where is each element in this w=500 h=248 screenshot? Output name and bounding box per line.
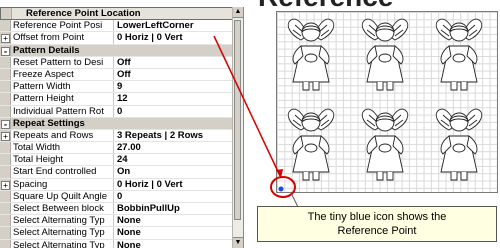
grid-row[interactable]: Reset Pattern to Desi Off bbox=[0, 56, 243, 69]
row-gutter bbox=[0, 227, 11, 239]
property-name: Square Up Quilt Angle bbox=[11, 190, 114, 202]
grid-row[interactable]: + Spacing 0 Horiz | 0 Vert bbox=[0, 178, 243, 191]
property-name: Start End controlled bbox=[11, 166, 114, 178]
property-name: Pattern Height bbox=[11, 93, 114, 105]
property-value[interactable]: 0 Horiz | 0 Vert bbox=[117, 179, 233, 190]
property-name: Repeats and Rows bbox=[11, 129, 114, 142]
expand-icon[interactable]: + bbox=[1, 34, 10, 44]
property-name: Total Height bbox=[11, 154, 114, 166]
property-name: Reference Point Posi bbox=[11, 20, 114, 32]
angel-pattern bbox=[431, 106, 487, 184]
grid-row[interactable]: Pattern Height 12 bbox=[0, 93, 243, 106]
grid-row[interactable]: + Offset from Point 0 Horiz | 0 Vert bbox=[0, 32, 243, 45]
grid-row[interactable]: Pattern Width 9 bbox=[0, 81, 243, 94]
scrollbar-thumb[interactable] bbox=[234, 20, 241, 220]
row-gutter bbox=[0, 239, 11, 248]
property-value[interactable]: 0 bbox=[117, 106, 233, 117]
row-gutter bbox=[0, 190, 11, 202]
callout-tooltip: The tiny blue icon shows the Reference P… bbox=[257, 206, 497, 242]
angel-pattern bbox=[283, 106, 339, 184]
property-value[interactable]: Off bbox=[117, 69, 233, 80]
property-value[interactable]: 3 Repeats | 2 Rows bbox=[117, 130, 233, 141]
grid-category[interactable]: - Pattern Details bbox=[0, 44, 243, 57]
property-value[interactable]: BobbinPullUp bbox=[117, 203, 233, 214]
property-name: Freeze Aspect bbox=[11, 68, 114, 81]
property-name: Select Alternating Typ bbox=[11, 239, 114, 248]
row-gutter bbox=[1, 8, 12, 20]
row-gutter bbox=[0, 203, 11, 215]
property-value[interactable]: LowerLeftCorner bbox=[117, 20, 233, 31]
property-value[interactable]: None bbox=[117, 240, 233, 248]
grid-row[interactable]: Select Between block BobbinPullUp bbox=[0, 203, 243, 216]
property-name: Offset from Point bbox=[11, 32, 114, 44]
row-gutter bbox=[0, 105, 11, 117]
grid-category[interactable]: Reference Point Location bbox=[0, 7, 243, 21]
property-value[interactable]: None bbox=[117, 215, 233, 226]
angel-pattern bbox=[357, 16, 413, 94]
grid-row[interactable]: + Repeats and Rows 3 Repeats | 2 Rows bbox=[0, 129, 243, 143]
property-value[interactable]: None bbox=[117, 227, 233, 238]
grid-row[interactable]: Freeze Aspect Off bbox=[0, 68, 243, 82]
category-label: Reference Point Location bbox=[26, 8, 141, 19]
grid-row[interactable]: Select Alternating Typ None bbox=[0, 239, 243, 248]
grid-row[interactable]: Individual Pattern Rot 0 bbox=[0, 105, 243, 118]
expand-icon[interactable]: + bbox=[1, 180, 10, 190]
property-name: Select Alternating Typ bbox=[11, 215, 114, 227]
row-gutter bbox=[0, 93, 11, 105]
row-gutter bbox=[0, 56, 11, 68]
property-value[interactable]: On bbox=[117, 166, 233, 177]
angel-pattern bbox=[283, 16, 339, 94]
property-value[interactable]: 0 bbox=[117, 191, 233, 202]
category-label: Pattern Details bbox=[13, 44, 80, 56]
property-name: Individual Pattern Rot bbox=[11, 105, 114, 117]
row-gutter bbox=[0, 215, 11, 227]
property-name: Select Between block bbox=[11, 203, 114, 215]
quilt-preview bbox=[276, 11, 498, 193]
row-gutter bbox=[0, 20, 11, 32]
row-gutter bbox=[0, 81, 11, 93]
property-value[interactable]: 24 bbox=[117, 154, 233, 165]
page-title: Reference Point bbox=[258, 0, 398, 10]
angel-pattern bbox=[357, 106, 413, 184]
grid-row[interactable]: Square Up Quilt Angle 0 bbox=[0, 190, 243, 203]
row-gutter bbox=[0, 142, 11, 154]
property-name: Spacing bbox=[11, 178, 114, 190]
grid-row[interactable]: Total Height 24 bbox=[0, 154, 243, 167]
grid-row[interactable]: Select Alternating Typ None bbox=[0, 215, 243, 228]
vertical-scrollbar[interactable]: ▲ ▼ bbox=[232, 7, 243, 248]
collapse-icon[interactable]: - bbox=[1, 119, 10, 129]
row-gutter bbox=[0, 68, 11, 81]
row-gutter bbox=[0, 166, 11, 178]
grid-category[interactable]: - Repeat Settings bbox=[0, 117, 243, 130]
property-name: Reset Pattern to Desi bbox=[11, 56, 114, 68]
grid-row[interactable]: Select Alternating Typ None bbox=[0, 227, 243, 240]
angel-pattern bbox=[431, 16, 487, 94]
property-value[interactable]: Off bbox=[117, 57, 233, 68]
category-label: Repeat Settings bbox=[13, 117, 85, 129]
expand-icon[interactable]: + bbox=[1, 131, 10, 141]
property-value[interactable]: 27.00 bbox=[117, 142, 233, 153]
property-name: Total Width bbox=[11, 142, 114, 154]
property-value[interactable]: 12 bbox=[117, 93, 233, 104]
row-gutter bbox=[0, 154, 11, 166]
grid-row[interactable]: Start End controlled On bbox=[0, 166, 243, 179]
callout-line-1: The tiny blue icon shows the bbox=[307, 211, 447, 223]
scroll-down-button[interactable]: ▼ bbox=[233, 237, 243, 248]
property-grid: Reference Point Location Reference Point … bbox=[0, 7, 244, 248]
callout-line-2: Reference Point bbox=[337, 225, 417, 237]
collapse-icon[interactable]: - bbox=[1, 46, 10, 56]
property-value[interactable]: 9 bbox=[117, 81, 233, 92]
scroll-up-button[interactable]: ▲ bbox=[233, 7, 243, 18]
property-name: Pattern Width bbox=[11, 81, 114, 93]
grid-row[interactable]: Reference Point Posi LowerLeftCorner bbox=[0, 20, 243, 33]
property-value[interactable]: 0 Horiz | 0 Vert bbox=[117, 32, 233, 43]
property-name: Select Alternating Typ bbox=[11, 227, 114, 239]
grid-row[interactable]: Total Width 27.00 bbox=[0, 142, 243, 155]
